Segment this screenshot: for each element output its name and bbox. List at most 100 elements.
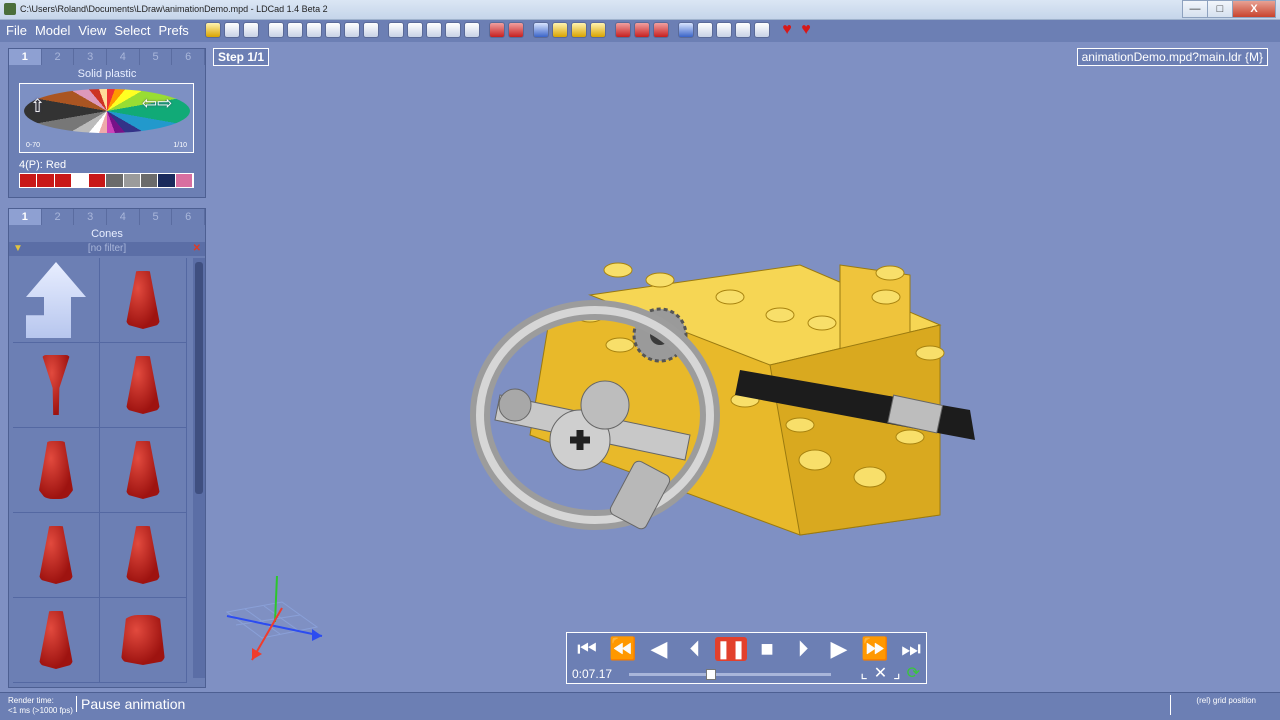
parts-tab-5[interactable]: 5 (140, 209, 173, 225)
snap-icon[interactable] (533, 22, 549, 38)
record-end-icon[interactable]: ⌟ (893, 663, 901, 683)
close-button[interactable]: X (1232, 0, 1276, 18)
grid-icon[interactable] (754, 22, 770, 38)
parts-tab-6[interactable]: 6 (172, 209, 206, 225)
favorite-icon[interactable]: ♥ (779, 22, 795, 38)
play-backward-button[interactable]: ◀ (643, 637, 675, 661)
part-tile[interactable] (13, 428, 100, 513)
color-tab-1[interactable]: 1 (9, 49, 42, 65)
save-all-icon[interactable] (243, 22, 259, 38)
fast-forward-button[interactable]: ⏩ (859, 637, 891, 661)
color-tab-2[interactable]: 2 (42, 49, 75, 65)
color-tab-4[interactable]: 4 (107, 49, 140, 65)
record-start-icon[interactable]: ⌞ (860, 663, 868, 683)
filter-text[interactable]: [no filter] (9, 242, 205, 256)
menu-view[interactable]: View (78, 23, 106, 38)
part-tile[interactable] (100, 428, 187, 513)
open-icon[interactable] (205, 22, 221, 38)
goto-start-button[interactable]: ⏮ (571, 637, 603, 661)
brick-add-icon[interactable] (508, 22, 524, 38)
brick-icon[interactable] (489, 22, 505, 38)
play-button[interactable]: ▶ (823, 637, 855, 661)
record-cancel-icon[interactable]: ✕ (874, 663, 887, 683)
parts-panel: 1 2 3 4 5 6 Cones ▼ [no filter] ✕ (8, 208, 206, 688)
part-tile[interactable] (13, 513, 100, 598)
color-swatch[interactable] (175, 174, 193, 187)
pan-icon[interactable] (735, 22, 751, 38)
color-swatch[interactable] (54, 174, 72, 187)
filter-bar[interactable]: ▼ [no filter] ✕ (9, 242, 205, 256)
parts-tab-4[interactable]: 4 (107, 209, 140, 225)
ghost-icon[interactable] (653, 22, 669, 38)
ungroup-icon[interactable] (407, 22, 423, 38)
paste-special-icon[interactable] (363, 22, 379, 38)
part-tile[interactable] (100, 258, 187, 343)
maximize-button[interactable]: □ (1207, 0, 1233, 18)
animation-timeline-slider[interactable] (629, 669, 831, 680)
cut-icon[interactable] (325, 22, 341, 38)
minimize-button[interactable]: — (1182, 0, 1208, 18)
color-swatch[interactable] (89, 174, 107, 187)
part-tile[interactable] (100, 343, 187, 428)
move-up-icon[interactable] (426, 22, 442, 38)
select-icon[interactable] (678, 22, 694, 38)
part-tile[interactable] (13, 598, 100, 683)
scrollbar-thumb[interactable] (195, 262, 203, 494)
clear-filter-icon[interactable]: ✕ (193, 243, 201, 254)
part-tile[interactable] (100, 598, 187, 683)
stop-button[interactable]: ■ (751, 637, 783, 661)
part-tile-up[interactable] (13, 258, 100, 343)
model-name-label[interactable]: animationDemo.mpd?main.ldr {M} (1076, 48, 1268, 66)
color-swatch[interactable] (106, 174, 124, 187)
cone-part-icon (39, 441, 73, 499)
model-3d-view[interactable] (470, 255, 990, 545)
grid-coarse-icon[interactable] (552, 22, 568, 38)
move-down-icon[interactable] (445, 22, 461, 38)
menu-select[interactable]: Select (114, 23, 150, 38)
color-tab-5[interactable]: 5 (140, 49, 173, 65)
left-right-arrow-icon[interactable]: ⇦⇨ (142, 93, 172, 114)
isolate-icon[interactable] (634, 22, 650, 38)
submodel-icon[interactable] (464, 22, 480, 38)
copy-icon[interactable] (306, 22, 322, 38)
color-swatch[interactable] (20, 174, 38, 187)
undo-icon[interactable] (268, 22, 284, 38)
parts-tab-1[interactable]: 1 (9, 209, 42, 225)
parts-tab-2[interactable]: 2 (42, 209, 75, 225)
paste-icon[interactable] (344, 22, 360, 38)
color-wheel[interactable]: ⇧ ⇦⇨ 0-70 1/10 (19, 83, 194, 153)
loop-icon[interactable]: ⟳ (907, 663, 920, 683)
step-backward-button[interactable]: ⏴ (679, 637, 711, 661)
grid-medium-icon[interactable] (571, 22, 587, 38)
filter-icon[interactable]: ▼ (13, 243, 23, 254)
color-swatch[interactable] (123, 174, 142, 187)
part-tile[interactable] (100, 513, 187, 598)
group-icon[interactable] (388, 22, 404, 38)
parts-tab-3[interactable]: 3 (74, 209, 108, 225)
hide-icon[interactable] (615, 22, 631, 38)
rotate-icon[interactable] (716, 22, 732, 38)
color-swatch[interactable] (141, 174, 159, 187)
up-arrow-icon[interactable]: ⇧ (30, 96, 45, 117)
goto-end-button[interactable]: ⏭ (895, 637, 927, 661)
color-tab-3[interactable]: 3 (74, 49, 108, 65)
move-icon[interactable] (697, 22, 713, 38)
part-tile[interactable] (13, 343, 100, 428)
rewind-button[interactable]: ⏪ (607, 637, 639, 661)
step-forward-button[interactable]: ⏵ (787, 637, 819, 661)
pause-button[interactable]: ❚❚ (715, 637, 747, 661)
step-indicator[interactable]: Step 1/1 (213, 48, 270, 66)
favorite-add-icon[interactable]: ♥ (798, 22, 814, 38)
timeline-knob[interactable] (705, 669, 716, 680)
menu-prefs[interactable]: Prefs (158, 23, 188, 38)
color-tab-6[interactable]: 6 (172, 49, 206, 65)
save-icon[interactable] (224, 22, 240, 38)
color-swatch[interactable] (158, 174, 176, 187)
grid-fine-icon[interactable] (590, 22, 606, 38)
menu-model[interactable]: Model (35, 23, 70, 38)
color-swatch[interactable] (37, 174, 55, 187)
menu-file[interactable]: File (6, 23, 27, 38)
parts-scrollbar[interactable] (193, 258, 205, 678)
color-swatch[interactable] (71, 174, 90, 187)
redo-icon[interactable] (287, 22, 303, 38)
